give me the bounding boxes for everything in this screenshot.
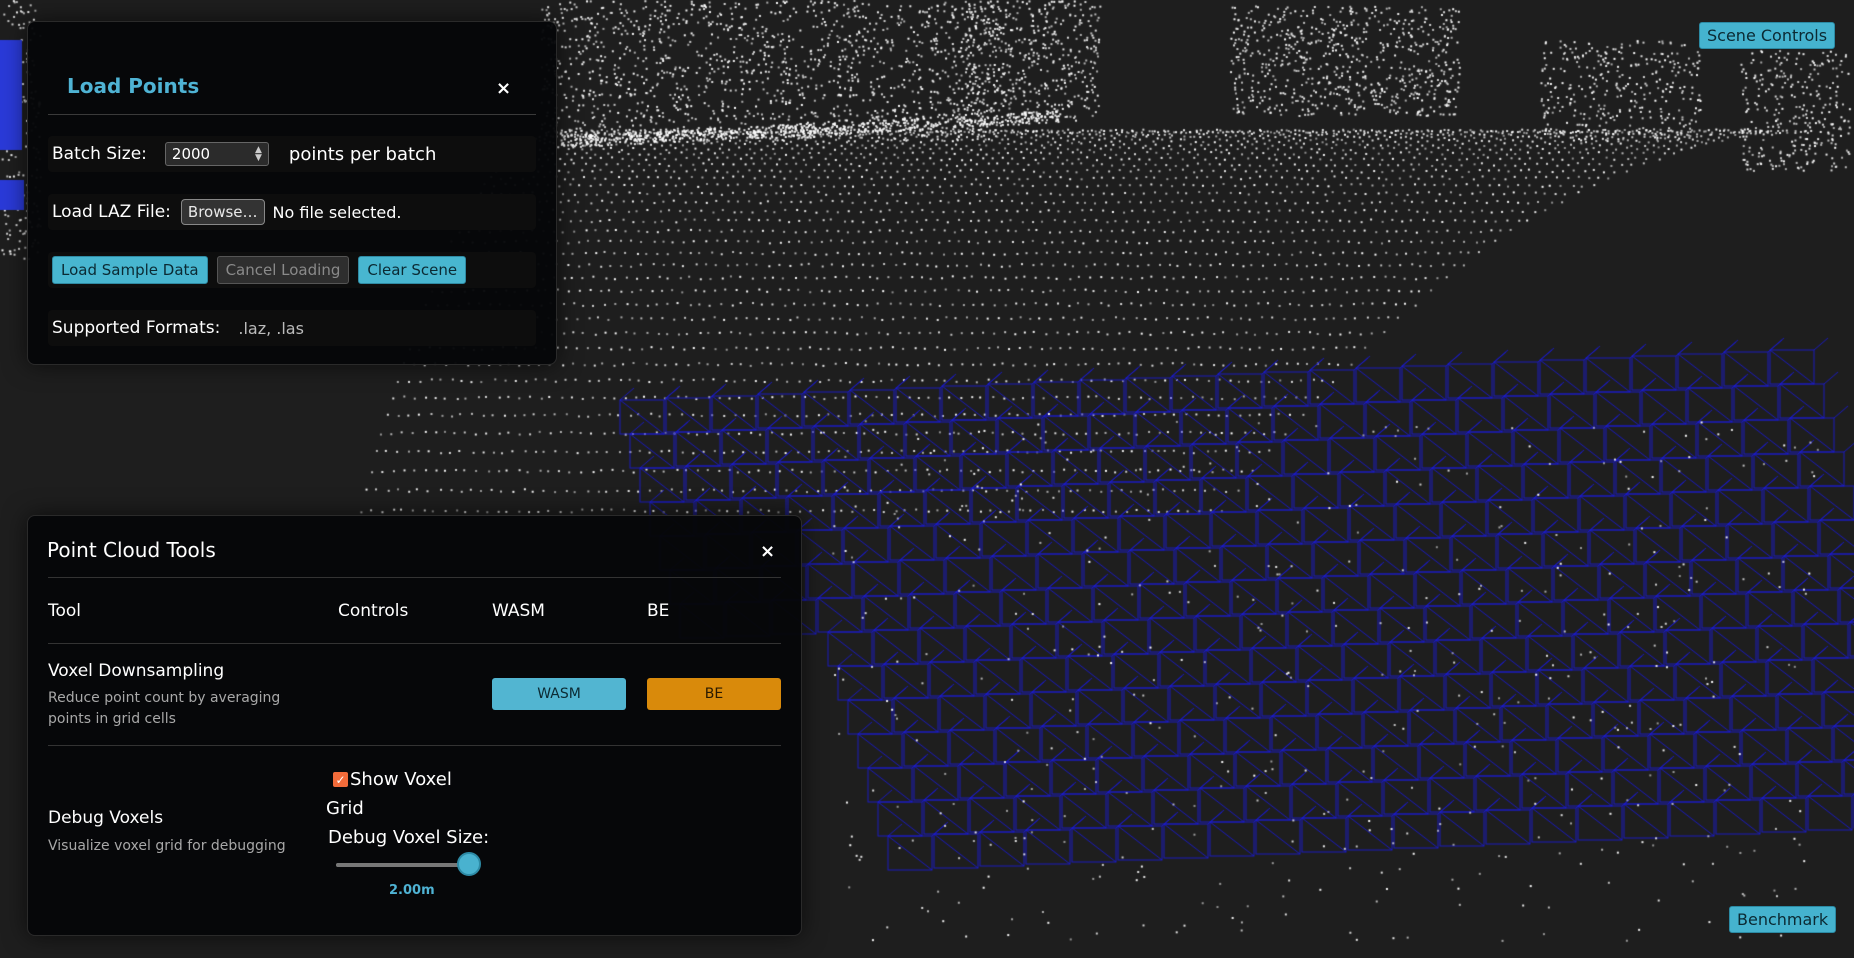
voxel-downsampling-description: Reduce point count by averaging points i… bbox=[48, 690, 281, 727]
debug-voxel-size-fill bbox=[336, 863, 466, 867]
spinner-arrows-icon[interactable]: ▲ ▼ bbox=[255, 146, 262, 163]
tools-divider bbox=[48, 577, 781, 578]
tools-title: Point Cloud Tools bbox=[47, 538, 216, 562]
debug-voxel-size-label: Debug Voxel Size: bbox=[328, 827, 490, 848]
clear-scene-button[interactable]: Clear Scene bbox=[358, 256, 467, 284]
load-laz-row: Load LAZ File: Browse… No file selected. bbox=[48, 194, 536, 230]
tools-close-icon[interactable]: × bbox=[760, 543, 775, 561]
voxel-downsampling-wasm-button[interactable]: WASM bbox=[492, 678, 626, 710]
supported-formats-label: Supported Formats: bbox=[52, 318, 221, 338]
load-laz-label: Load LAZ File: bbox=[52, 202, 171, 222]
column-header-wasm: WASM bbox=[492, 601, 545, 621]
batch-size-row: Batch Size: 2000 ▲ ▼ points per batch bbox=[48, 136, 536, 172]
debug-voxel-size-track[interactable] bbox=[336, 863, 472, 867]
debug-voxels-name: Debug Voxels bbox=[48, 808, 164, 828]
supported-formats-value: .laz, .las bbox=[238, 318, 304, 338]
voxel-downsampling-name: Voxel Downsampling bbox=[48, 661, 225, 681]
point-cloud-tools-panel: Point Cloud Tools × Tool Controls WASM B… bbox=[27, 515, 802, 936]
batch-size-input[interactable]: 2000 ▲ ▼ bbox=[164, 142, 269, 166]
debug-voxels-description: Visualize voxel grid for debugging bbox=[48, 838, 286, 854]
scene-controls-button[interactable]: Scene Controls bbox=[1699, 22, 1836, 49]
column-header-controls: Controls bbox=[338, 601, 409, 621]
browse-button[interactable]: Browse… bbox=[180, 199, 265, 225]
load-points-divider bbox=[48, 114, 536, 115]
load-points-title: Load Points bbox=[67, 74, 200, 98]
supported-formats-row: Supported Formats: .laz, .las bbox=[48, 310, 536, 346]
batch-size-unit: points per batch bbox=[288, 143, 437, 165]
file-status: No file selected. bbox=[272, 202, 402, 222]
load-points-panel: Load Points × Batch Size: 2000 ▲ ▼ points… bbox=[27, 21, 557, 365]
voxel-downsampling-be-button[interactable]: BE bbox=[647, 678, 781, 710]
batch-size-value: 2000 bbox=[171, 145, 211, 163]
batch-size-label: Batch Size: bbox=[52, 144, 147, 164]
load-sample-data-button[interactable]: Load Sample Data bbox=[52, 256, 208, 284]
load-points-close-icon[interactable]: × bbox=[496, 80, 511, 98]
debug-voxel-size-slider-thumb[interactable] bbox=[457, 852, 481, 876]
column-header-tool: Tool bbox=[48, 601, 82, 621]
row-divider bbox=[48, 745, 781, 746]
show-voxel-grid-label: Show Voxel Grid bbox=[326, 769, 452, 819]
header-divider bbox=[48, 643, 781, 644]
debug-voxel-size-value: 2.00m bbox=[389, 883, 435, 898]
benchmark-button[interactable]: Benchmark bbox=[1729, 906, 1837, 933]
load-actions-row: Load Sample Data Cancel Loading Clear Sc… bbox=[48, 252, 536, 288]
column-header-be: BE bbox=[647, 601, 670, 621]
cancel-loading-button[interactable]: Cancel Loading bbox=[216, 256, 350, 284]
